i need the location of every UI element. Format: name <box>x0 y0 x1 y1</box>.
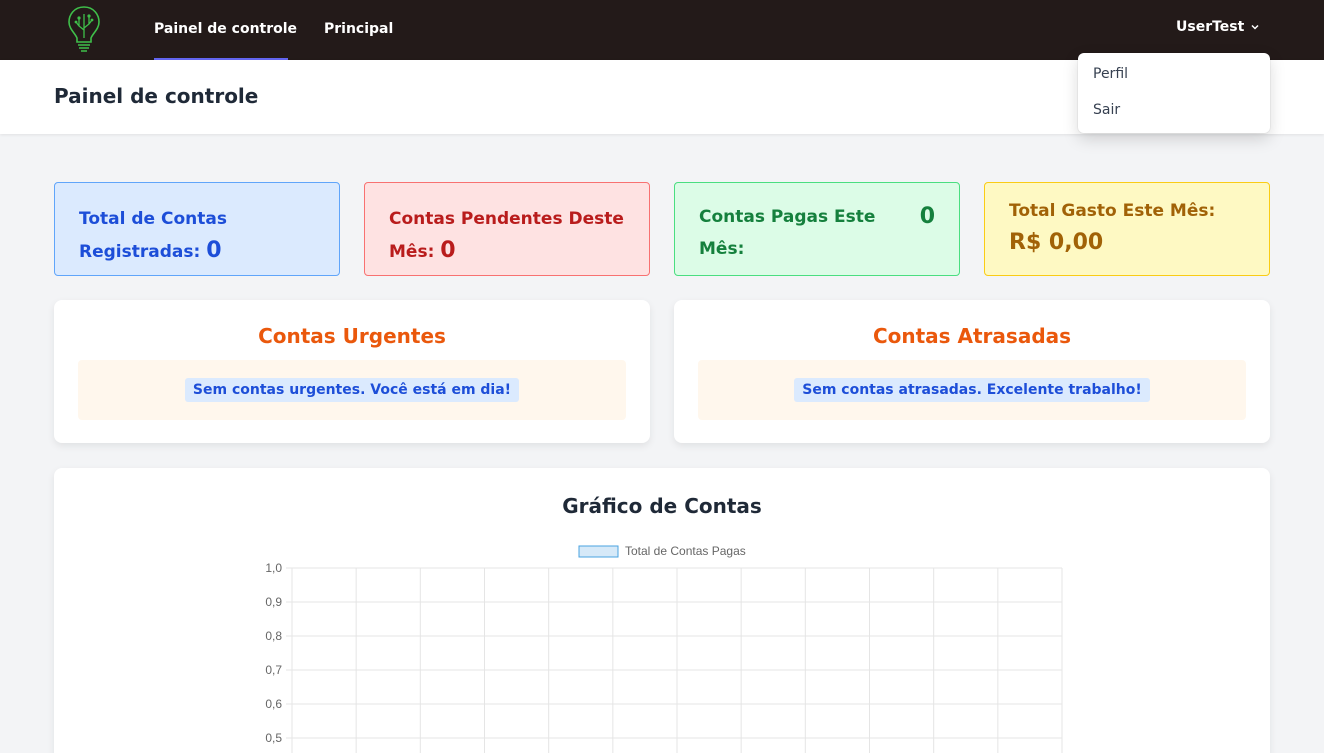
overdue-bills-title: Contas Atrasadas <box>872 324 1072 348</box>
y-tick-label: 0,5 <box>265 731 282 745</box>
top-navbar: Painel de controle Principal UserTest <box>0 0 1324 60</box>
urgent-bills-card: Contas Urgentes Sem contas urgentes. Voc… <box>54 300 650 443</box>
stat-value-pending: 0 <box>440 238 456 263</box>
legend-label: Total de Contas Pagas <box>625 544 746 558</box>
overdue-bills-message: Sem contas atrasadas. Excelente trabalho… <box>794 378 1150 402</box>
overdue-bills-box: Sem contas atrasadas. Excelente trabalho… <box>698 360 1246 420</box>
y-tick-label: 0,8 <box>265 629 282 643</box>
stat-card-contas-pendentes: Contas Pendentes Deste Mês: 0 <box>364 182 650 276</box>
stat-card-total-gasto: Total Gasto Este Mês: R$ 0,00 <box>984 182 1270 276</box>
stat-label-pending: Contas Pendentes Deste Mês: <box>389 209 624 262</box>
stat-value-paid: 0 <box>919 204 935 229</box>
user-name: UserTest <box>1176 19 1245 35</box>
stat-value-spent: R$ 0,00 <box>1009 230 1104 255</box>
legend-swatch <box>578 545 619 558</box>
lightbulb-logo-icon[interactable] <box>66 4 102 52</box>
chart-card: Gráfico de Contas Total de Contas Pagas 1… <box>54 468 1270 753</box>
stat-card-contas-pagas: Contas Pagas Este Mês: 0 <box>674 182 960 276</box>
urgent-bills-message: Sem contas urgentes. Você está em dia! <box>184 378 520 402</box>
urgent-bills-box: Sem contas urgentes. Você está em dia! <box>78 360 626 420</box>
y-tick-label: 0,6 <box>265 697 282 711</box>
nav-link-painel-de-controle[interactable]: Painel de controle <box>154 0 297 60</box>
nav-link-principal[interactable]: Principal <box>324 0 393 60</box>
y-tick-label: 0,9 <box>265 595 282 609</box>
stat-label-total: Total de Contas Registradas: <box>79 209 227 262</box>
dropdown-item-perfil[interactable]: Perfil <box>1078 59 1270 95</box>
user-menu-toggle[interactable]: UserTest <box>1176 19 1260 35</box>
overdue-bills-card: Contas Atrasadas Sem contas atrasadas. E… <box>674 300 1270 443</box>
stat-label-spent: Total Gasto Este Mês: <box>1009 201 1216 221</box>
page-title: Painel de controle <box>54 84 259 108</box>
dropdown-item-sair[interactable]: Sair <box>1078 95 1270 131</box>
user-dropdown-menu: Perfil Sair <box>1078 53 1270 133</box>
y-tick-label: 1,0 <box>265 561 282 575</box>
stat-label-paid: Contas Pagas Este Mês: <box>699 207 876 259</box>
bills-chart: Total de Contas Pagas 1,0 0,9 0,8 0,7 0,6 0,5 <box>265 544 1063 753</box>
chevron-down-icon <box>1251 24 1259 30</box>
stat-value-total: 0 <box>206 238 222 263</box>
y-tick-label: 0,7 <box>265 663 282 677</box>
stat-card-total-contas: Total de Contas Registradas: 0 <box>54 182 340 276</box>
urgent-bills-title: Contas Urgentes <box>258 324 446 348</box>
